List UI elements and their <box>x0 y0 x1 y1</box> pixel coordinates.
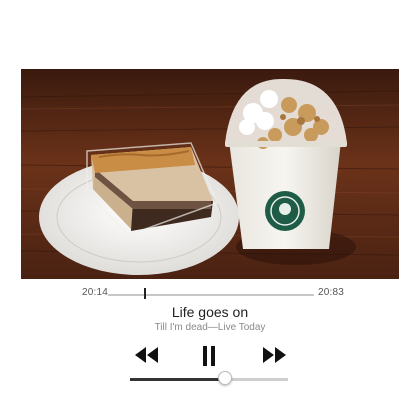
volume-slider[interactable] <box>130 378 288 381</box>
rewind-icon[interactable] <box>135 347 159 363</box>
pause-icon[interactable] <box>201 346 217 366</box>
album-artwork <box>21 69 399 279</box>
progress-track[interactable] <box>108 294 314 296</box>
fast-forward-icon[interactable] <box>263 347 287 363</box>
volume-fill <box>130 378 225 381</box>
elapsed-time: 20:14 <box>82 287 109 298</box>
track-title: Life goes on <box>171 304 249 320</box>
track-subtitle: Till I'm dead—Live Today <box>154 322 266 333</box>
music-player: 20:14 20:83 Life goes on Till I'm dead—L… <box>0 0 420 420</box>
total-time: 20:83 <box>318 287 345 298</box>
volume-thumb[interactable] <box>217 371 232 385</box>
progress-handle[interactable] <box>144 288 147 299</box>
